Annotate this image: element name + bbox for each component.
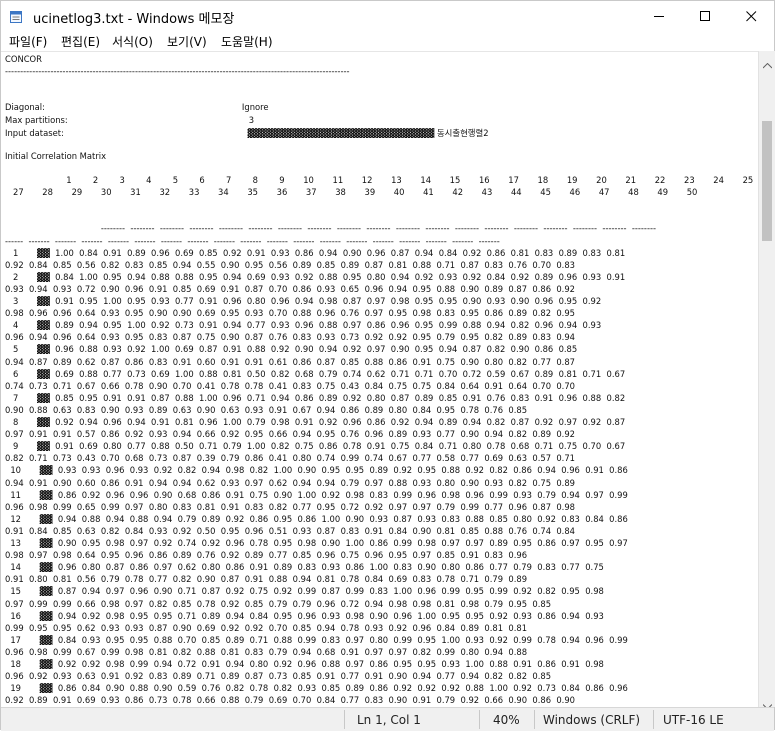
text-line: 5 ▓▓ 0.96 0.88 0.93 0.92 1.00 0.69 0.87 … <box>5 344 578 355</box>
text-line: 0.90 0.88 0.63 0.83 0.90 0.93 0.89 0.63 … <box>5 404 528 415</box>
maximize-icon <box>699 7 711 26</box>
text-line: 16 ▓▓ 0.94 0.92 0.98 0.95 0.95 0.71 0.89… <box>5 610 604 621</box>
text-line: 0.92 0.84 0.85 0.56 0.82 0.83 0.85 0.94 … <box>5 259 575 270</box>
text-line: 0.82 0.71 0.73 0.43 0.70 0.68 0.73 0.87 … <box>5 453 575 464</box>
text-line: 0.97 0.99 0.99 0.66 0.98 0.97 0.82 0.85 … <box>5 598 552 609</box>
close-icon <box>745 7 757 26</box>
vertical-scrollbar[interactable] <box>758 51 775 710</box>
minimize-icon <box>653 7 665 26</box>
menu-bar: 파일(F) 편집(E) 서식(O) 보기(V) 도움말(H) <box>1 31 774 51</box>
close-button[interactable] <box>728 1 774 31</box>
menu-file[interactable]: 파일(F) <box>9 33 47 50</box>
text-line: 4 ▓▓ 0.89 0.94 0.95 1.00 0.92 0.73 0.91 … <box>5 320 602 331</box>
text-line: -------- -------- -------- -------- ----… <box>5 223 657 234</box>
text-line: 27 28 29 30 31 32 33 34 35 36 37 38 39 4… <box>5 187 698 198</box>
text-line: 10 ▓▓ 0.93 0.93 0.96 0.93 0.92 0.82 0.94… <box>5 465 628 476</box>
text-line: ----------------------------------------… <box>5 66 350 77</box>
status-separator <box>344 710 345 729</box>
text-line: 19 ▓▓ 0.86 0.84 0.90 0.88 0.90 0.59 0.76… <box>5 683 628 694</box>
text-line: 0.96 0.98 0.99 0.65 0.99 0.97 0.80 0.83 … <box>5 501 575 512</box>
notepad-window: ucinetlog3.txt - Windows 메모장 파일(F) 편집(E)… <box>0 0 775 731</box>
text-line: 18 ▓▓ 0.92 0.92 0.98 0.99 0.94 0.72 0.91… <box>5 659 604 669</box>
menu-help[interactable]: 도움말(H) <box>221 33 273 50</box>
encoding: UTF-16 LE <box>663 713 724 727</box>
text-line: Initial Correlation Matrix <box>5 150 107 161</box>
notepad-icon <box>9 9 23 23</box>
scrollbar-thumb[interactable] <box>762 121 772 241</box>
status-separator <box>534 710 535 729</box>
text-line: 0.97 0.91 0.91 0.57 0.86 0.92 0.93 0.94 … <box>5 429 575 440</box>
text-line: 13 ▓▓ 0.90 0.95 0.98 0.97 0.92 0.74 0.92… <box>5 538 628 548</box>
text-line: 7 ▓▓ 0.85 0.95 0.91 0.91 0.87 0.88 1.00 … <box>5 392 626 403</box>
text-line: 3 ▓▓ 0.91 0.95 1.00 0.95 0.93 0.77 0.91 … <box>5 296 602 306</box>
text-line: CONCOR <box>5 54 42 64</box>
text-line: 0.96 0.92 0.93 0.63 0.91 0.92 0.83 0.89 … <box>5 671 552 682</box>
text-line: 9 ▓▓ 0.91 0.69 0.80 0.77 0.88 0.50 0.71 … <box>5 441 626 452</box>
text-line: 14 ▓▓ 0.96 0.80 0.87 0.86 0.97 0.62 0.80… <box>5 562 604 573</box>
minimize-button[interactable] <box>636 1 682 31</box>
text-line: Input dataset: ▓▓▓▓▓▓▓▓▓▓▓▓▓▓▓▓▓▓▓▓▓▓▓▓▓… <box>5 127 489 138</box>
maximize-button[interactable] <box>682 1 728 31</box>
status-separator <box>479 710 480 729</box>
text-line: 8 ▓▓ 0.92 0.94 0.96 0.94 0.91 0.81 0.96 … <box>5 417 626 427</box>
menu-format[interactable]: 서식(O) <box>112 33 153 50</box>
text-line: 0.96 0.98 0.99 0.67 0.99 0.98 0.81 0.82 … <box>5 646 528 657</box>
text-editor[interactable]: CONCOR ----------------------------------… <box>1 51 758 708</box>
text-line: Diagonal: Ignore <box>5 102 269 113</box>
text-line: 17 ▓▓ 0.84 0.93 0.95 0.95 0.88 0.70 0.85… <box>5 634 628 645</box>
text-line: 11 ▓▓ 0.86 0.92 0.96 0.96 0.90 0.68 0.86… <box>5 489 628 500</box>
text-line: 0.93 0.94 0.93 0.72 0.90 0.96 0.91 0.85 … <box>5 283 575 294</box>
zoom-level: 40% <box>493 713 520 727</box>
text-line: 0.98 0.96 0.96 0.64 0.93 0.95 0.90 0.90 … <box>5 308 575 319</box>
text-line: 12 ▓▓ 0.94 0.88 0.94 0.88 0.94 0.79 0.89… <box>5 513 628 524</box>
menu-view[interactable]: 보기(V) <box>167 33 207 50</box>
text-line: 2 ▓▓ 0.84 1.00 0.95 0.94 0.88 0.88 0.95 … <box>5 271 626 282</box>
text-line: 6 ▓▓ 0.69 0.88 0.77 0.73 0.69 1.00 0.88 … <box>5 368 626 379</box>
text-line: 15 ▓▓ 0.87 0.94 0.97 0.96 0.90 0.71 0.87… <box>5 586 604 597</box>
status-bar: Ln 1, Col 1 40% Windows (CRLF) UTF-16 LE <box>1 707 774 731</box>
text-line: 0.99 0.95 0.95 0.62 0.93 0.93 0.87 0.90 … <box>5 622 528 633</box>
text-line: 0.98 0.97 0.98 0.64 0.95 0.96 0.86 0.89 … <box>5 550 528 561</box>
text-line: 0.94 0.87 0.89 0.62 0.87 0.86 0.83 0.91 … <box>5 356 575 367</box>
text-line: 1 ▓▓ 1.00 0.84 0.91 0.89 0.96 0.69 0.85 … <box>5 247 626 258</box>
text-line: 0.94 0.91 0.90 0.60 0.86 0.91 0.94 0.94 … <box>5 477 575 488</box>
title-bar[interactable]: ucinetlog3.txt - Windows 메모장 <box>1 1 774 31</box>
status-separator <box>653 710 654 729</box>
text-line: 0.91 0.84 0.85 0.63 0.82 0.84 0.93 0.92 … <box>5 525 575 536</box>
text-line: ------ ------- ------- ------- ------- -… <box>5 235 500 246</box>
text-line: 0.92 0.89 0.91 0.69 0.93 0.86 0.73 0.78 … <box>5 695 575 706</box>
menu-edit[interactable]: 편집(E) <box>61 33 100 50</box>
text-line: Max partitions: 3 <box>5 114 255 125</box>
text-line: 0.74 0.73 0.71 0.67 0.66 0.78 0.90 0.70 … <box>5 380 575 391</box>
scroll-up-arrow-icon[interactable] <box>762 54 773 73</box>
cursor-position: Ln 1, Col 1 <box>357 713 421 727</box>
line-ending: Windows (CRLF) <box>543 713 641 727</box>
text-line: 1 2 3 4 5 6 7 8 9 10 11 12 13 14 15 16 1… <box>5 175 758 185</box>
window-title: ucinetlog3.txt - Windows 메모장 <box>33 12 235 27</box>
text-line: 0.96 0.94 0.96 0.64 0.93 0.95 0.83 0.87 … <box>5 332 575 343</box>
text-line: 0.91 0.80 0.81 0.56 0.79 0.78 0.77 0.82 … <box>5 574 528 585</box>
